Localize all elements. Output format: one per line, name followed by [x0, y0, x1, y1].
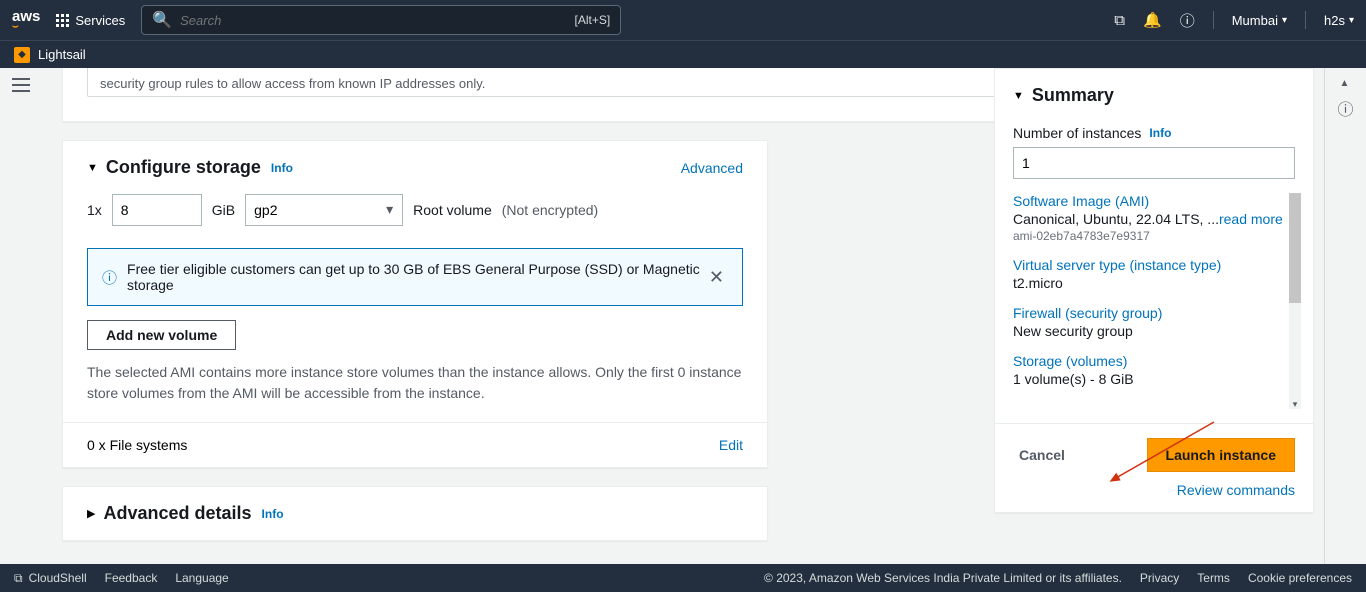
lightsail-icon: ◆ — [14, 47, 30, 63]
caret-right-icon[interactable]: ▶ — [87, 507, 95, 520]
configure-storage-title: Configure storage — [106, 157, 261, 178]
terms-link[interactable]: Terms — [1197, 571, 1230, 585]
services-label: Services — [75, 13, 125, 28]
top-nav: aws⌣ Services 🔍 [Alt+S] ⧉ 🔔 ⓘ Mumbai ▾ h… — [0, 0, 1366, 40]
instance-type-value: t2.micro — [1013, 275, 1283, 291]
scroll-up-icon[interactable]: ▲ — [1340, 78, 1352, 90]
summary-title: Summary — [1032, 85, 1114, 106]
sidebar-toggle[interactable] — [12, 78, 30, 92]
user-menu[interactable]: h2s ▾ — [1324, 13, 1354, 28]
cloudshell-button[interactable]: ⧉ CloudShell — [14, 571, 87, 586]
global-search[interactable]: 🔍 [Alt+S] — [141, 5, 621, 35]
cloudshell-icon[interactable]: ⧉ — [1114, 12, 1125, 29]
search-shortcut: [Alt+S] — [575, 13, 611, 27]
region-selector[interactable]: Mumbai ▾ — [1232, 13, 1287, 28]
storage-value: 1 volume(s) - 8 GiB — [1013, 371, 1283, 387]
privacy-link[interactable]: Privacy — [1140, 571, 1179, 585]
ami-id: ami-02eb7a4783e7e9317 — [1013, 229, 1283, 243]
footer-bar: ⧉ CloudShell Feedback Language © 2023, A… — [0, 564, 1366, 592]
favorites-bar: ◆ Lightsail — [0, 40, 1366, 68]
storage-advanced-link[interactable]: Advanced — [681, 160, 743, 176]
multiplier-label: 1x — [87, 202, 102, 218]
size-unit-label: GiB — [212, 202, 235, 218]
root-volume-label: Root volume — [413, 202, 492, 218]
launch-instance-button[interactable]: Launch instance — [1147, 438, 1295, 472]
alert-close-icon[interactable]: ✕ — [705, 267, 728, 288]
caret-down-icon[interactable]: ▼ — [87, 162, 98, 174]
num-instances-info[interactable]: Info — [1149, 126, 1171, 140]
services-menu[interactable]: Services — [56, 13, 125, 28]
filesystems-edit-link[interactable]: Edit — [719, 437, 743, 453]
advanced-details-card: ▶ Advanced details Info — [62, 486, 768, 541]
firewall-link[interactable]: Firewall (security group) — [1013, 305, 1283, 321]
search-icon: 🔍 — [152, 10, 172, 30]
advanced-details-title: Advanced details — [103, 503, 251, 524]
free-tier-alert: ⓘ Free tier eligible customers can get u… — [87, 248, 743, 306]
language-link[interactable]: Language — [175, 571, 228, 585]
instance-type-link[interactable]: Virtual server type (instance type) — [1013, 257, 1283, 273]
volume-size-input[interactable] — [112, 194, 202, 226]
ami-desc: Canonical, Ubuntu, 22.04 LTS, ... — [1013, 211, 1219, 227]
cookie-prefs-link[interactable]: Cookie preferences — [1248, 571, 1352, 585]
ami-read-more[interactable]: read more — [1219, 211, 1283, 227]
summary-panel: ▼ Summary Number of instances Info ▾ Sof… — [994, 68, 1314, 513]
root-volume-row: 1x GiB gp2 Root volume (Not encrypted) — [87, 194, 743, 226]
free-tier-text: Free tier eligible customers can get up … — [127, 261, 705, 293]
aws-logo[interactable]: aws⌣ — [12, 8, 40, 32]
help-icon[interactable]: ⓘ — [1180, 10, 1195, 31]
encrypted-label: (Not encrypted) — [502, 202, 598, 218]
storage-link[interactable]: Storage (volumes) — [1013, 353, 1283, 369]
num-instances-input[interactable] — [1013, 147, 1295, 179]
filesystems-count: 0 x File systems — [87, 437, 187, 453]
instance-store-text: The selected AMI contains more instance … — [87, 362, 743, 404]
help-panel-toggle[interactable]: ⓘ — [1337, 96, 1353, 120]
configure-storage-card: ▼ Configure storage Info Advanced 1x GiB… — [62, 140, 768, 468]
summary-scroll-thumb[interactable] — [1289, 193, 1301, 303]
summary-scroll-down[interactable]: ▾ — [1289, 397, 1301, 411]
right-rail: ▲ ⓘ — [1324, 68, 1366, 564]
storage-info-link[interactable]: Info — [271, 161, 293, 175]
volume-type-select[interactable]: gp2 — [245, 194, 403, 226]
cloudshell-icon: ⧉ — [14, 571, 23, 586]
lightsail-link[interactable]: Lightsail — [38, 47, 86, 62]
firewall-value: New security group — [1013, 323, 1283, 339]
cancel-button[interactable]: Cancel — [1013, 447, 1065, 463]
info-icon: ⓘ — [102, 267, 117, 288]
num-instances-label: Number of instances — [1013, 125, 1141, 141]
summary-caret-icon[interactable]: ▼ — [1013, 90, 1024, 102]
add-volume-button[interactable]: Add new volume — [87, 320, 236, 350]
advanced-info-link[interactable]: Info — [262, 507, 284, 521]
search-input[interactable] — [180, 13, 574, 28]
left-rail — [0, 68, 42, 564]
feedback-link[interactable]: Feedback — [105, 571, 158, 585]
review-commands-link[interactable]: Review commands — [1177, 482, 1295, 498]
ami-link[interactable]: Software Image (AMI) — [1013, 193, 1283, 209]
copyright-text: © 2023, Amazon Web Services India Privat… — [764, 571, 1122, 585]
notifications-icon[interactable]: 🔔 — [1143, 11, 1162, 29]
